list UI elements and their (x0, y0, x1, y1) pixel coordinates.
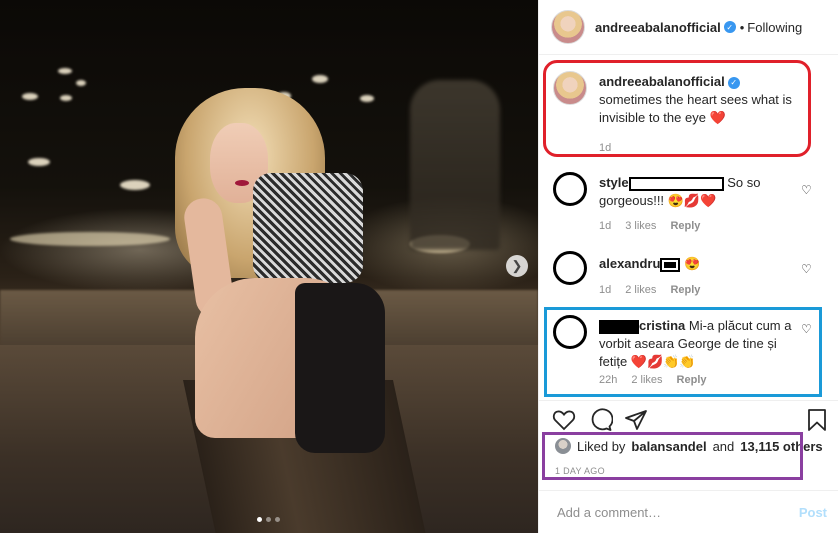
chevron-right-icon: ❯ (511, 258, 523, 273)
comment-bubble-icon (591, 408, 613, 431)
bookmark-icon (808, 409, 826, 431)
bokeh-light (120, 180, 150, 190)
comment-likes[interactable]: 2 likes (625, 284, 656, 296)
following-button[interactable]: Following (747, 20, 802, 35)
like-button[interactable] (551, 407, 577, 433)
carousel-dot (266, 517, 271, 522)
header-separator: • (739, 19, 745, 35)
save-button[interactable] (804, 407, 830, 433)
add-comment-bar: Post (539, 490, 838, 534)
skirt (295, 283, 385, 453)
comment-time[interactable]: 1d (599, 284, 611, 296)
comment-text-block: style So so gorgeous!!! 😍💋❤️ (599, 174, 794, 210)
reply-button[interactable]: Reply (670, 220, 700, 232)
paper-plane-icon (625, 410, 647, 430)
add-comment-input[interactable] (555, 504, 779, 521)
bokeh-light (28, 158, 50, 166)
author-avatar[interactable] (551, 10, 585, 44)
redacted-username (628, 176, 724, 191)
share-button[interactable] (623, 407, 649, 433)
bokeh-light (312, 75, 328, 83)
comment-like-heart-icon[interactable]: ♡ (801, 184, 813, 196)
comment-emoji: 😍 (684, 256, 701, 271)
carousel-dot (275, 517, 280, 522)
comment-meta: 1d 2 likes Reply (599, 284, 700, 296)
comment-like-heart-icon[interactable]: ♡ (801, 263, 813, 275)
caption-highlight-box (543, 60, 811, 157)
comment-username[interactable]: style (599, 175, 629, 190)
bokeh-light (22, 93, 38, 100)
bokeh-light (60, 95, 72, 101)
comment-meta: 1d 3 likes Reply (599, 220, 700, 232)
woman-figure (175, 88, 405, 488)
heart-icon (552, 410, 576, 431)
comment-text-block: alexandru 😍 (599, 255, 794, 273)
author-username[interactable]: andreeabalanofficial (595, 20, 721, 35)
comment-likes[interactable]: 3 likes (625, 220, 656, 232)
background-monument (410, 80, 500, 250)
redacted-avatar (553, 172, 587, 206)
houndstooth-top (253, 173, 363, 283)
post-comment-button[interactable]: Post (799, 505, 827, 520)
bokeh-light (76, 80, 86, 86)
comments-section[interactable]: andreeabalanofficial ✓ sometimes the hear… (539, 55, 838, 400)
redacted-avatar (553, 251, 587, 285)
verified-badge-icon: ✓ (723, 21, 736, 33)
redacted-username (660, 257, 681, 272)
comment-item: alexandru 😍 ♡ 1d 2 likes Reply (539, 251, 838, 299)
likes-highlight-box (542, 432, 803, 480)
post-photo[interactable]: ❯ (0, 0, 538, 533)
comment-button[interactable] (588, 407, 614, 433)
carousel-dots (257, 517, 280, 522)
carousel-dot (257, 517, 262, 522)
comment-highlight-box (544, 307, 822, 397)
bokeh-light (58, 68, 72, 74)
lips (235, 180, 249, 186)
comment-emoji: 😍💋❤️ (667, 193, 717, 208)
bokeh-light (10, 232, 170, 246)
comment-username[interactable]: alexandru (599, 256, 660, 271)
reply-button[interactable]: Reply (670, 284, 700, 296)
comment-time[interactable]: 1d (599, 220, 611, 232)
post-header: andreeabalanofficial ✓ • Following (539, 0, 838, 55)
carousel-next-button[interactable]: ❯ (506, 255, 528, 277)
comment-item: style So so gorgeous!!! 😍💋❤️ ♡ 1d 3 like… (539, 172, 838, 234)
